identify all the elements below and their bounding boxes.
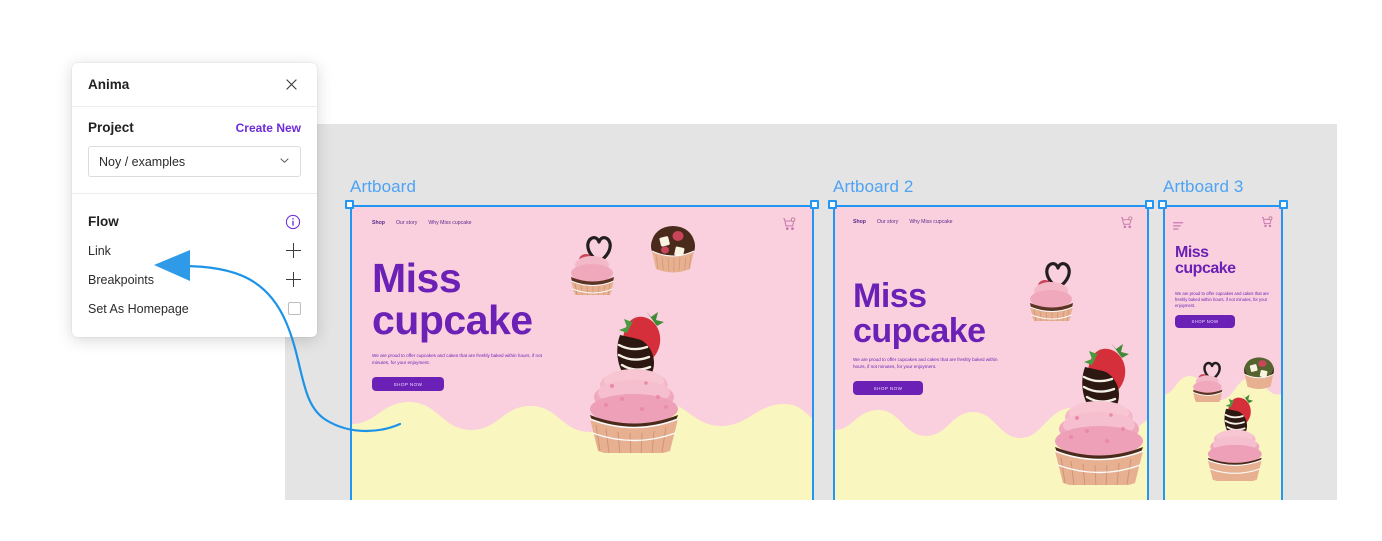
artboard-3-body-text: We are proud to offer cupcakes and cakes… (1175, 291, 1269, 309)
nav-item-our-story[interactable]: Our story (877, 219, 898, 225)
screen: Artboard Shop Our story Why Miss cupcake (0, 0, 1382, 541)
nav-item-why-miss-cupcake[interactable]: Why Miss cupcake (428, 220, 471, 226)
anima-plugin-panel[interactable]: Anima Project Create New Noy / examples (72, 63, 317, 337)
flow-label: Flow (88, 214, 119, 229)
nav-item-why-miss-cupcake[interactable]: Why Miss cupcake (909, 219, 952, 225)
shopping-cart-icon[interactable] (782, 217, 796, 231)
close-icon[interactable] (281, 75, 301, 95)
heading-line-1: Miss (372, 255, 462, 301)
nav-item-shop[interactable]: Shop (372, 220, 385, 226)
flow-section: Flow Link Breakpoints Set As Homepage (72, 194, 317, 337)
panel-header: Anima (72, 63, 317, 107)
artboard-3-label[interactable]: Artboard 3 (1163, 177, 1243, 197)
artboard-1-frame[interactable]: Shop Our story Why Miss cupcake Miss cup… (350, 205, 814, 500)
heading-line-2: cupcake (372, 296, 533, 343)
heading-line-2: cupcake (1175, 260, 1236, 278)
artboard-1-page: Shop Our story Why Miss cupcake Miss cup… (352, 207, 812, 500)
shopping-cart-icon[interactable] (1120, 216, 1133, 229)
heading-line-1: Miss (853, 277, 927, 315)
artboard-1-heading: Miss cupcake (372, 255, 533, 343)
selection-handle-tr[interactable] (810, 200, 819, 209)
create-new-button[interactable]: Create New (236, 121, 301, 135)
chevron-down-icon (279, 153, 290, 171)
artboard-1[interactable]: Artboard Shop Our story Why Miss cupcake (345, 177, 819, 500)
artboard-3-heading: Miss cupcake (1175, 244, 1236, 278)
artboard-3-page: Miss cupcake We are proud to offer cupca… (1165, 207, 1281, 500)
artboard-2-body-text: We are proud to offer cupcakes and cakes… (853, 357, 998, 369)
artboard-2-page: Shop Our story Why Miss cupcake Miss cup… (835, 207, 1147, 500)
link-label: Link (88, 243, 111, 258)
artboard-2-nav[interactable]: Shop Our story Why Miss cupcake (853, 219, 953, 225)
project-section: Project Create New Noy / examples (72, 107, 317, 194)
artboard-1-body-text: We are proud to offer cupcakes and cakes… (372, 353, 542, 365)
artboard-3-frame[interactable]: Miss cupcake We are proud to offer cupca… (1163, 205, 1283, 500)
artboard-1-label[interactable]: Artboard (350, 177, 416, 197)
cupcake-strawberry-illustration (1041, 325, 1147, 485)
heading-line-2: cupcake (853, 311, 986, 350)
hamburger-menu-icon[interactable] (1173, 217, 1184, 230)
selection-handle-tl[interactable] (1158, 200, 1167, 209)
artboard-1-cta-button[interactable]: SHOP NOW (372, 377, 444, 391)
project-select[interactable]: Noy / examples (88, 146, 301, 177)
heading-line-1: Miss (1175, 244, 1209, 261)
artboard-3-cta-button[interactable]: SHOP NOW (1175, 315, 1235, 328)
set-as-homepage-checkbox[interactable] (288, 302, 301, 315)
add-breakpoint-plus-icon[interactable] (286, 272, 301, 287)
cupcake-chocolate-illustration (648, 223, 698, 275)
selection-handle-tl[interactable] (345, 200, 354, 209)
shopping-cart-icon[interactable] (1261, 215, 1273, 228)
cupcake-strawberry-illustration (576, 293, 696, 453)
nav-item-shop[interactable]: Shop (853, 219, 866, 225)
selection-handle-tr[interactable] (1279, 200, 1288, 209)
breakpoints-label: Breakpoints (88, 272, 155, 287)
set-as-homepage-label: Set As Homepage (88, 301, 189, 316)
project-label: Project (88, 120, 134, 135)
flow-row-link[interactable]: Link (88, 236, 301, 265)
artboard-2[interactable]: Artboard 2 Shop Our story Why Miss cupca… (828, 177, 1154, 500)
artboard-2-frame[interactable]: Shop Our story Why Miss cupcake Miss cup… (833, 205, 1149, 500)
info-icon[interactable] (285, 214, 301, 230)
project-header-row: Project Create New (88, 120, 301, 135)
flow-row-breakpoints[interactable]: Breakpoints (88, 265, 301, 294)
add-link-plus-icon[interactable] (286, 243, 301, 258)
design-canvas[interactable]: Artboard Shop Our story Why Miss cupcake (285, 124, 1337, 500)
artboard-3[interactable]: Artboard 3 Miss cupcake We are proud to … (1158, 177, 1288, 500)
cupcake-strawberry-illustration (1199, 383, 1273, 481)
selection-handle-tl[interactable] (828, 200, 837, 209)
artboard-2-cta-button[interactable]: SHOP NOW (853, 381, 923, 395)
artboard-1-nav[interactable]: Shop Our story Why Miss cupcake (372, 220, 472, 226)
cupcake-heart-illustration (1021, 255, 1083, 321)
project-select-value: Noy / examples (99, 154, 186, 169)
flow-row-set-as-homepage[interactable]: Set As Homepage (88, 294, 301, 323)
artboard-2-heading: Miss cupcake (853, 279, 986, 348)
nav-item-our-story[interactable]: Our story (396, 220, 417, 226)
artboard-2-label[interactable]: Artboard 2 (833, 177, 913, 197)
selection-handle-tr[interactable] (1145, 200, 1154, 209)
cupcake-heart-illustration (562, 229, 624, 295)
flow-header-row: Flow (88, 207, 301, 236)
panel-title: Anima (88, 77, 130, 92)
